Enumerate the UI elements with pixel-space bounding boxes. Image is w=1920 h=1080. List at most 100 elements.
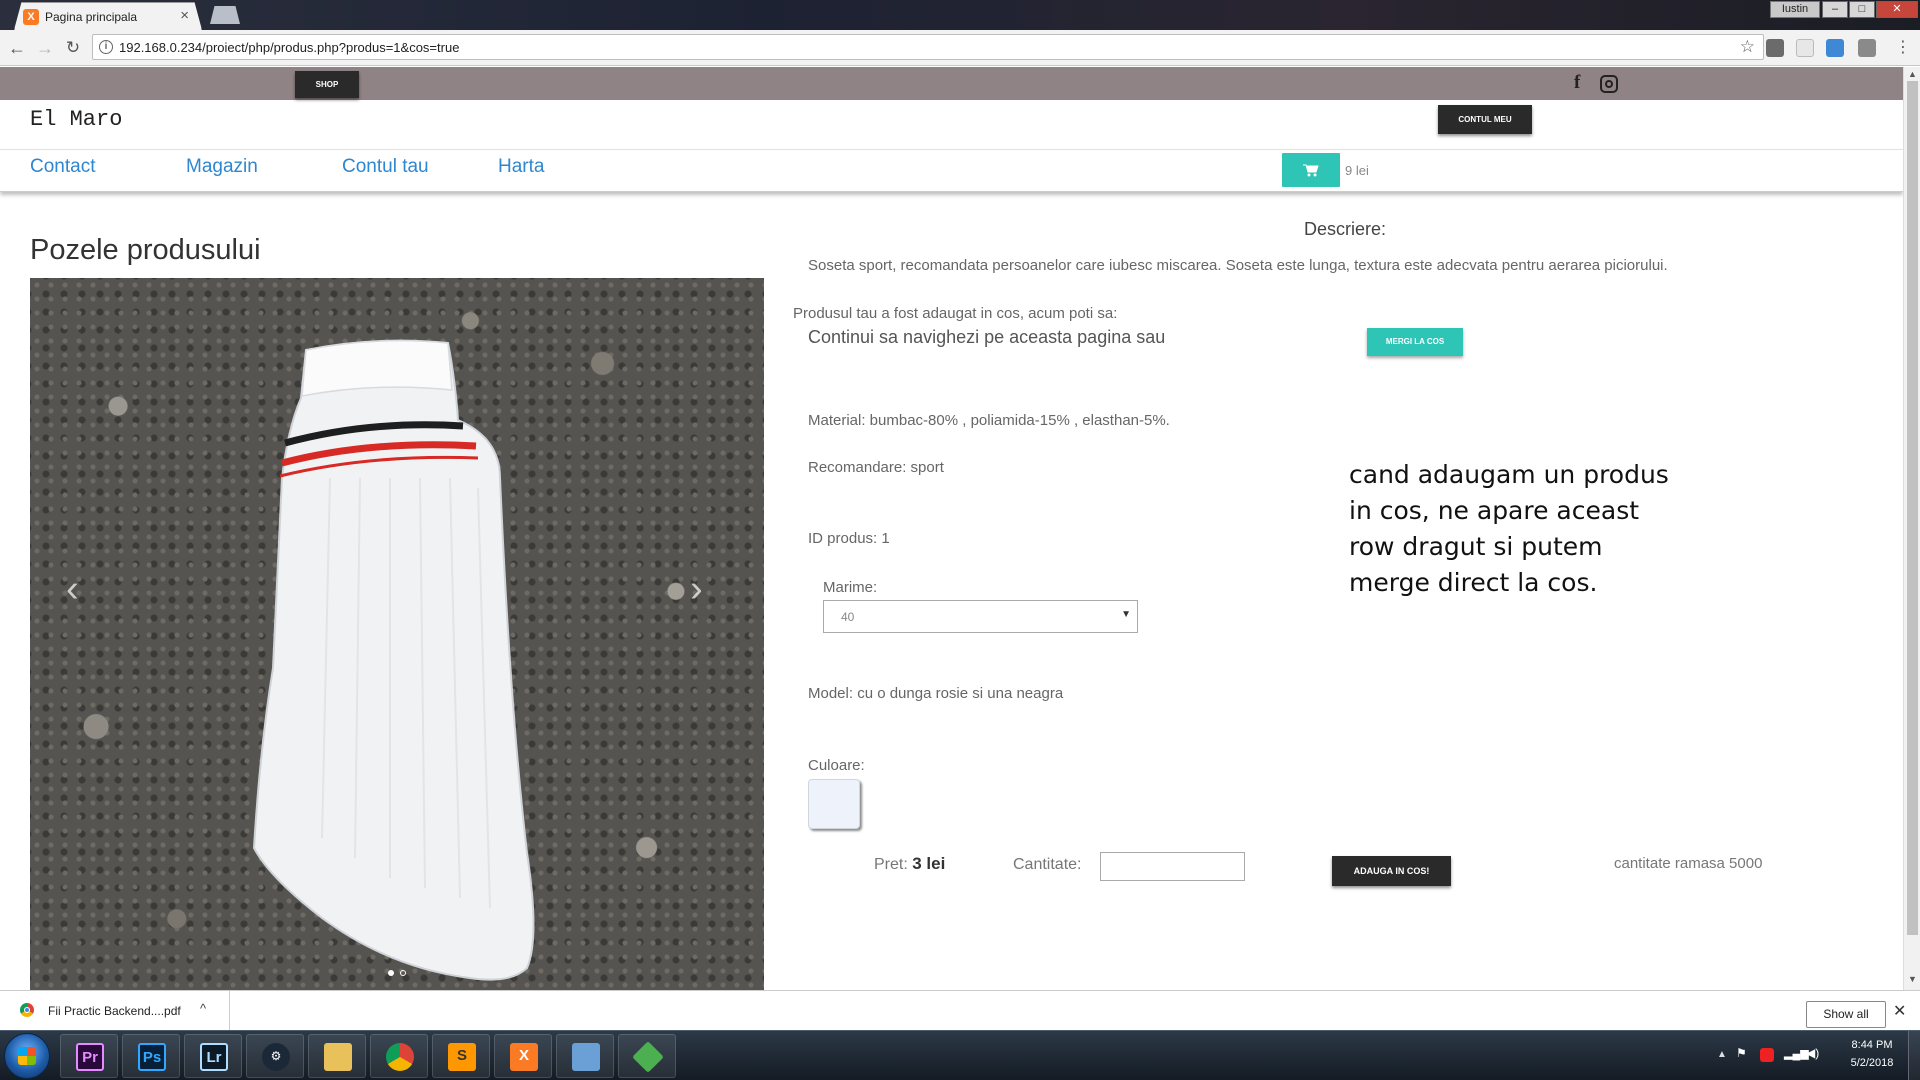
taskbar-steam[interactable]: ⚙ [246, 1034, 304, 1078]
nav-link-magazin[interactable]: Magazin [186, 156, 258, 178]
material-text: Material: bumbac-80% , poliamida-15% , e… [808, 412, 1170, 429]
download-file-name[interactable]: Fii Practic Backend....pdf [48, 1004, 181, 1018]
cart-total: 9 lei [1345, 163, 1369, 178]
scroll-down-icon[interactable]: ▼ [1908, 974, 1917, 984]
quantity-label: Cantitate: [1013, 856, 1082, 873]
maximize-button[interactable]: □ [1849, 1, 1875, 18]
premiere-icon: Pr [76, 1043, 104, 1071]
tray-expand-icon[interactable]: ▲ [1717, 1049, 1727, 1060]
browser-toolbar: ← → ↻ i 192.168.0.234/proiect/php/produs… [0, 30, 1920, 66]
stock-remaining: cantitate ramasa 5000 [1614, 855, 1763, 872]
page-scrollbar[interactable]: ▲ ▼ [1903, 67, 1920, 990]
reload-icon[interactable]: ↻ [62, 37, 84, 59]
price-value: 3 lei [912, 854, 946, 873]
folder-icon [324, 1043, 352, 1071]
taskbar-premiere[interactable]: Pr [60, 1034, 118, 1078]
show-all-button[interactable]: Show all [1806, 1001, 1886, 1028]
carousel-next-icon[interactable]: › [690, 568, 712, 610]
xampp-icon: X [510, 1043, 538, 1071]
extension-1-icon[interactable] [1766, 39, 1784, 57]
scroll-thumb[interactable] [1907, 81, 1918, 935]
taskbar-lightroom[interactable]: Lr [184, 1034, 242, 1078]
carousel-prev-icon[interactable]: ‹ [66, 568, 88, 610]
url-text[interactable]: 192.168.0.234/proiect/php/produs.php?pro… [119, 40, 459, 55]
add-to-cart-button[interactable]: ADAUGA IN COS! [1332, 856, 1451, 886]
close-window-button[interactable]: ✕ [1876, 1, 1918, 18]
product-id-text: ID produs: 1 [808, 530, 890, 547]
size-select-value: 40 [841, 610, 855, 624]
description-text: Soseta sport, recomandata persoanelor ca… [808, 257, 1668, 274]
shop-button[interactable]: SHOP [295, 71, 359, 98]
volume-icon[interactable]: ◀) [1806, 1046, 1820, 1060]
product-photo-sock [252, 339, 535, 981]
tab-active[interactable]: X Pagina principala × [14, 2, 202, 30]
account-button[interactable]: CONTUL MEU [1438, 105, 1532, 134]
window-user-badge[interactable]: Iustin [1770, 1, 1820, 18]
web-page: SHOP f El Maro CONTUL MEU Contact Magazi… [0, 67, 1903, 990]
nav-link-contul-tau[interactable]: Contul tau [342, 156, 429, 178]
added-to-cart-notice: Produsul tau a fost adaugat in cos, acum… [793, 305, 1118, 322]
windows-taskbar: Pr Ps Lr ⚙ S X ▲ ⚑ ▂▄▆ ◀) 8:44 PM 5/2/20… [0, 1030, 1920, 1080]
carousel-indicator-2[interactable] [400, 970, 406, 976]
show-desktop-button[interactable] [1908, 1031, 1920, 1080]
address-bar[interactable]: i 192.168.0.234/proiect/php/produs.php?p… [92, 34, 1764, 60]
taskbar-chrome[interactable] [370, 1034, 428, 1078]
taskbar-xampp[interactable]: X [494, 1034, 552, 1078]
model-text: Model: cu o dunga rosie si una neagra [808, 685, 1064, 702]
minimize-button[interactable]: ‒ [1822, 1, 1848, 18]
start-button[interactable] [4, 1033, 50, 1079]
antivirus-icon[interactable] [1760, 1048, 1774, 1062]
description-heading: Descriere: [1304, 219, 1387, 239]
steam-icon: ⚙ [262, 1043, 290, 1071]
xampp-favicon-icon: X [23, 9, 39, 25]
sublime-icon: S [448, 1043, 476, 1071]
taskbar-sublime[interactable]: S [432, 1034, 490, 1078]
extension-3-icon[interactable] [1826, 39, 1844, 57]
tab-close-icon[interactable]: × [180, 7, 189, 24]
clock-date[interactable]: 5/2/2018 [1844, 1057, 1900, 1069]
browser-menu-icon[interactable]: ⋮ [1894, 39, 1912, 57]
info-icon[interactable]: i [99, 40, 113, 54]
taskbar-app[interactable] [618, 1034, 676, 1078]
bookmark-star-icon[interactable]: ☆ [1740, 37, 1755, 57]
annotation-line: in cos, ne apare aceast [1349, 496, 1640, 525]
nav-link-harta[interactable]: Harta [498, 156, 544, 178]
facebook-icon[interactable]: f [1574, 72, 1590, 93]
tab-title: Pagina principala [45, 10, 138, 24]
taskbar-photoshop[interactable]: Ps [122, 1034, 180, 1078]
photos-title: Pozele produsului [30, 234, 261, 266]
forward-icon[interactable]: → [34, 37, 56, 59]
size-label: Marime: [823, 579, 878, 596]
annotation-line: row dragut si putem [1349, 532, 1603, 561]
extension-2-icon[interactable] [1796, 39, 1814, 57]
scroll-up-icon[interactable]: ▲ [1908, 69, 1917, 79]
price: Pret: 3 lei [874, 854, 945, 874]
taskbar-screen[interactable] [556, 1034, 614, 1078]
screen-icon [572, 1043, 600, 1071]
quantity-input[interactable] [1100, 852, 1245, 881]
chevron-up-icon[interactable]: ^ [200, 1001, 206, 1016]
cart-button[interactable] [1282, 153, 1340, 187]
extension-4-icon[interactable] [1858, 39, 1876, 57]
size-select[interactable]: 40 ▼ [823, 600, 1138, 633]
clock-time[interactable]: 8:44 PM [1844, 1039, 1900, 1051]
instagram-icon[interactable] [1600, 75, 1618, 93]
chrome-file-icon [20, 1003, 34, 1017]
carousel-indicator-1[interactable] [388, 970, 394, 976]
flag-icon[interactable]: ⚑ [1736, 1046, 1750, 1060]
color-label: Culoare: [808, 757, 865, 774]
nav-link-contact[interactable]: Contact [30, 156, 95, 178]
site-brand[interactable]: El Maro [30, 107, 122, 132]
go-to-cart-button[interactable]: MERGI LA COS [1367, 328, 1463, 356]
new-tab-button[interactable] [210, 6, 240, 24]
close-icon[interactable]: ✕ [1893, 1001, 1906, 1021]
shopping-cart-icon [1303, 164, 1319, 177]
color-swatch[interactable] [808, 779, 860, 829]
back-icon[interactable]: ← [6, 37, 28, 59]
taskbar-explorer[interactable] [308, 1034, 366, 1078]
download-bar: Fii Practic Backend....pdf ^ Show all ✕ [0, 990, 1920, 1031]
download-item[interactable]: Fii Practic Backend....pdf ^ [0, 991, 230, 1031]
product-carousel[interactable]: ‹ › [30, 278, 764, 990]
network-icon[interactable]: ▂▄▆ [1784, 1047, 1809, 1061]
main-navigation: Contact Magazin Contul tau Harta 9 lei [0, 150, 1903, 192]
